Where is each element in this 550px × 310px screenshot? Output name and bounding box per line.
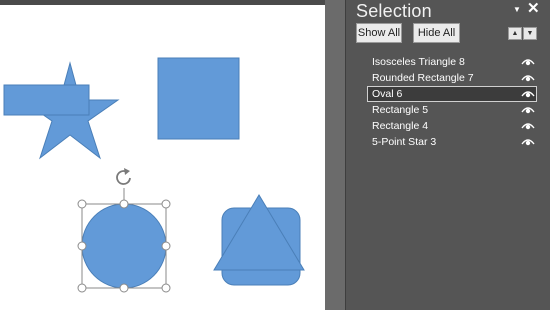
list-item-label: Rounded Rectangle 7: [372, 72, 474, 84]
resize-handle: [119, 283, 129, 293]
eye-icon[interactable]: [521, 89, 535, 98]
slide-shapes: [3, 57, 305, 293]
eye-icon[interactable]: [521, 121, 535, 130]
resize-handle: [119, 199, 129, 209]
resize-handle: [161, 283, 171, 293]
list-item[interactable]: Isosceles Triangle 8: [367, 54, 537, 70]
list-item-label: 5-Point Star 3: [372, 136, 437, 148]
eye-icon[interactable]: [521, 57, 535, 66]
list-item[interactable]: Rectangle 4: [367, 118, 537, 134]
slide-canvas[interactable]: [0, 5, 325, 310]
rectangle-5-shape[interactable]: [157, 57, 240, 140]
list-item[interactable]: 5-Point Star 3: [367, 134, 537, 150]
list-item[interactable]: Rounded Rectangle 7: [367, 70, 537, 86]
show-all-button[interactable]: Show All: [356, 23, 402, 43]
list-item-label: Rectangle 4: [372, 120, 429, 132]
eye-icon[interactable]: [521, 73, 535, 82]
chevron-down-icon[interactable]: ▼: [513, 5, 521, 14]
pane-title: Selection: [356, 1, 432, 21]
hide-all-button[interactable]: Hide All: [413, 23, 460, 43]
arrow-down-icon[interactable]: ▼: [523, 27, 537, 40]
list-item-label: Isosceles Triangle 8: [372, 56, 465, 68]
oval-shape[interactable]: [81, 203, 167, 289]
list-item-selected[interactable]: Oval 6: [367, 86, 537, 102]
resize-handle: [77, 283, 87, 293]
list-item-label: Rectangle 5: [372, 104, 429, 116]
rotate-icon[interactable]: [116, 168, 131, 185]
resize-handle: [77, 199, 87, 209]
eye-icon[interactable]: [521, 137, 535, 146]
resize-handle: [77, 241, 87, 251]
selection-list: Isosceles Triangle 8 Rounded Rectangle 7…: [367, 54, 537, 150]
pane-splitter[interactable]: [325, 0, 345, 310]
close-icon[interactable]: ✕: [527, 0, 540, 17]
list-item-label: Oval 6: [372, 88, 403, 100]
rectangle-4-shape[interactable]: [3, 84, 90, 116]
resize-handle: [161, 241, 171, 251]
arrow-up-icon[interactable]: ▲: [508, 27, 522, 40]
eye-icon[interactable]: [521, 105, 535, 114]
selection-pane: Selection ▼ ✕ Show All Hide All ▲ ▼ Isos…: [346, 0, 550, 310]
list-item[interactable]: Rectangle 5: [367, 102, 537, 118]
resize-handle: [161, 199, 171, 209]
